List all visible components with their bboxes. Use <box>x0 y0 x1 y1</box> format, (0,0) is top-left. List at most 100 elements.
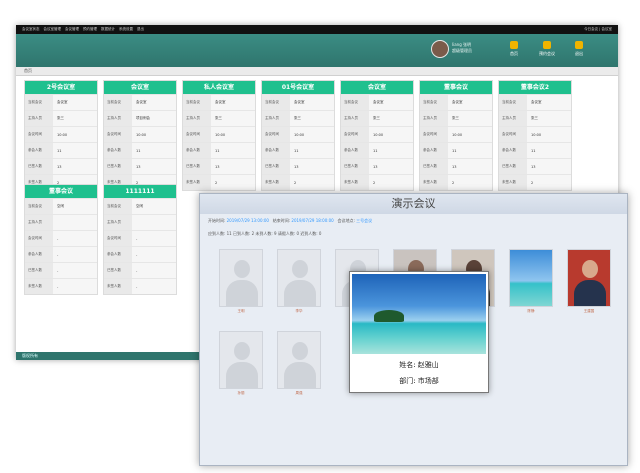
attendee-card[interactable]: 周强 <box>277 331 321 396</box>
row-value: 11 <box>57 148 62 153</box>
attendee-card[interactable]: 王建国 <box>567 249 611 314</box>
row-value: 空闲 <box>57 204 64 208</box>
row-value: 2 <box>373 180 376 185</box>
attendee-card[interactable]: 孙丽 <box>219 331 263 396</box>
room-card-row: 当前会议 会议室 <box>499 94 571 110</box>
book-meeting-button[interactable]: 预约会议 <box>536 41 558 57</box>
row-label: 未签人数 <box>499 175 527 190</box>
attendee-popup: 姓名: 赵雅山 部门: 市场部 <box>349 271 489 393</box>
row-label: 已签人数 <box>183 159 211 174</box>
room-card[interactable]: 董事会议 当前会议 空闲 主持人员 会议时间 - 参会人数 - 已签人数 - 未签人数 - <box>24 184 98 295</box>
row-label: 会议时间 <box>104 231 132 246</box>
room-card-title: 董事会议 <box>25 185 97 198</box>
row-value: 会议室 <box>373 100 384 104</box>
header: liang 张明 超级管理员 首页 预约会议 退出 <box>16 34 618 67</box>
attendee-label: 李华 <box>295 309 303 313</box>
room-card[interactable]: 会议室 当前会议 会议室 主持人员 张三 会议时间 10:00 参会人数 11 已签人数 13 未签人… <box>340 80 414 191</box>
room-card-row: 主持人员 张三 <box>499 110 571 126</box>
room-card[interactable]: 董事会议 当前会议 会议室 主持人员 张三 会议时间 10:00 参会人数 11 已签人数 13 未签… <box>419 80 493 191</box>
attendee-card[interactable]: 陈静 <box>509 249 553 314</box>
row-label: 会议时间 <box>183 127 211 142</box>
row-label: 主持人员 <box>499 111 527 126</box>
row-value: 会议室 <box>57 100 68 104</box>
room-card[interactable]: 董事会议2 当前会议 会议室 主持人员 张三 会议时间 10:00 参会人数 11 已签人数 13 未… <box>498 80 572 191</box>
attendance-stats: 应到人数: 11 已到人数: 2 未到人数: 9 请假人数: 0 迟到人数: 0 <box>208 231 322 236</box>
row-label: 未签人数 <box>104 279 132 294</box>
row-value: 空闲 <box>136 204 143 208</box>
row-value: - <box>136 236 138 241</box>
room-card-row: 当前会议 会议室 <box>341 94 413 110</box>
room-card-row: 参会人数 11 <box>341 142 413 158</box>
top-nav-item[interactable]: 会议室管理 <box>44 27 62 32</box>
power-icon <box>575 41 583 49</box>
row-label: 当前会议 <box>104 199 132 214</box>
row-value: 张三 <box>452 116 459 120</box>
room-card-row: 已签人数 13 <box>420 158 492 174</box>
top-nav-item[interactable]: 退出 <box>137 27 144 32</box>
room-card-row: 参会人数 11 <box>183 142 255 158</box>
user-info: liang 张明 超级管理员 <box>452 42 472 54</box>
room-card[interactable]: 私人会议室 当前会议 会议室 主持人员 张三 会议时间 10:00 参会人数 11 已签人数 13 未… <box>182 80 256 191</box>
room-card-row: 未签人数 2 <box>420 174 492 190</box>
logout-button[interactable]: 退出 <box>568 41 590 57</box>
row-label: 主持人员 <box>341 111 369 126</box>
attendee-card[interactable]: 李华 <box>277 249 321 314</box>
row-label: 已签人数 <box>499 159 527 174</box>
room-card-row: 会议时间 10:00 <box>104 126 176 142</box>
top-nav-item[interactable]: 系统设置 <box>119 27 133 32</box>
row-label: 主持人员 <box>104 215 132 230</box>
room-card-row: 当前会议 会议室 <box>25 94 97 110</box>
room-card-row: 已签人数 13 <box>104 158 176 174</box>
room-card-row: 参会人数 11 <box>104 142 176 158</box>
room-card-row: 已签人数 13 <box>341 158 413 174</box>
meeting-info: 开始时间: 2019/07/29 13:00:00 结束时间: 2019/07/… <box>208 218 373 223</box>
row-value: 10:00 <box>531 132 542 137</box>
attendee-avatar <box>219 331 263 389</box>
attendee-label: 周强 <box>295 391 303 395</box>
room-card[interactable]: 01号会议室 当前会议 会议室 主持人员 张三 会议时间 10:00 参会人数 11 已签人数 13… <box>261 80 335 191</box>
row-value: 11 <box>294 148 299 153</box>
row-value: 10:00 <box>136 132 147 137</box>
room-card-row: 参会人数 - <box>25 246 97 262</box>
row-label: 已签人数 <box>420 159 448 174</box>
room-card-title: 会议室 <box>104 81 176 94</box>
top-nav-right[interactable]: 今日会议 | 会议室 <box>584 27 618 32</box>
row-value: - <box>57 268 59 273</box>
top-nav-item[interactable]: 会议室状态 <box>22 27 40 32</box>
top-nav-item[interactable]: 数据统计 <box>101 27 115 32</box>
room-card-row: 参会人数 11 <box>262 142 334 158</box>
room-card-row: 已签人数 - <box>104 262 176 278</box>
room-card-row: 参会人数 11 <box>420 142 492 158</box>
row-value: 13 <box>294 164 299 169</box>
row-label: 未签人数 <box>25 279 53 294</box>
attendee-avatar <box>567 249 611 307</box>
row-value: 项目例会 <box>136 116 150 120</box>
room-card-row: 会议时间 10:00 <box>25 126 97 142</box>
row-label: 参会人数 <box>25 247 53 262</box>
row-label: 主持人员 <box>183 111 211 126</box>
home-button[interactable]: 首页 <box>503 41 525 57</box>
row-label: 参会人数 <box>341 143 369 158</box>
row-value: 10:00 <box>294 132 305 137</box>
room-card-row: 会议时间 10:00 <box>262 126 334 142</box>
room-card[interactable]: 1111111 当前会议 空闲 主持人员 会议时间 - 参会人数 - 已签人数 - 未签人数 - <box>103 184 177 295</box>
attendee-card[interactable]: 王明 <box>219 249 263 314</box>
row-label: 主持人员 <box>25 215 53 230</box>
top-nav-item[interactable]: 会议管理 <box>65 27 79 32</box>
row-value: 会议室 <box>531 100 542 104</box>
room-card-row: 当前会议 空闲 <box>25 198 97 214</box>
row-value: 11 <box>373 148 378 153</box>
room-card-title: 2号会议室 <box>25 81 97 94</box>
row-label: 已签人数 <box>25 263 53 278</box>
room-card-row: 已签人数 13 <box>499 158 571 174</box>
room-card-row: 主持人员 项目例会 <box>104 110 176 126</box>
top-nav-item[interactable]: 预约管理 <box>83 27 97 32</box>
room-card[interactable]: 2号会议室 当前会议 会议室 主持人员 张三 会议时间 10:00 参会人数 11 已签人数 13 未… <box>24 80 98 191</box>
room-card-title: 董事会议 <box>420 81 492 94</box>
room-card[interactable]: 会议室 当前会议 会议室 主持人员 项目例会 会议时间 10:00 参会人数 11 已签人数 13 未… <box>103 80 177 191</box>
avatar[interactable] <box>431 40 449 58</box>
row-label: 参会人数 <box>25 143 53 158</box>
row-label: 当前会议 <box>25 95 53 110</box>
room-card-row: 已签人数 13 <box>25 158 97 174</box>
room-card-row: 主持人员 张三 <box>25 110 97 126</box>
